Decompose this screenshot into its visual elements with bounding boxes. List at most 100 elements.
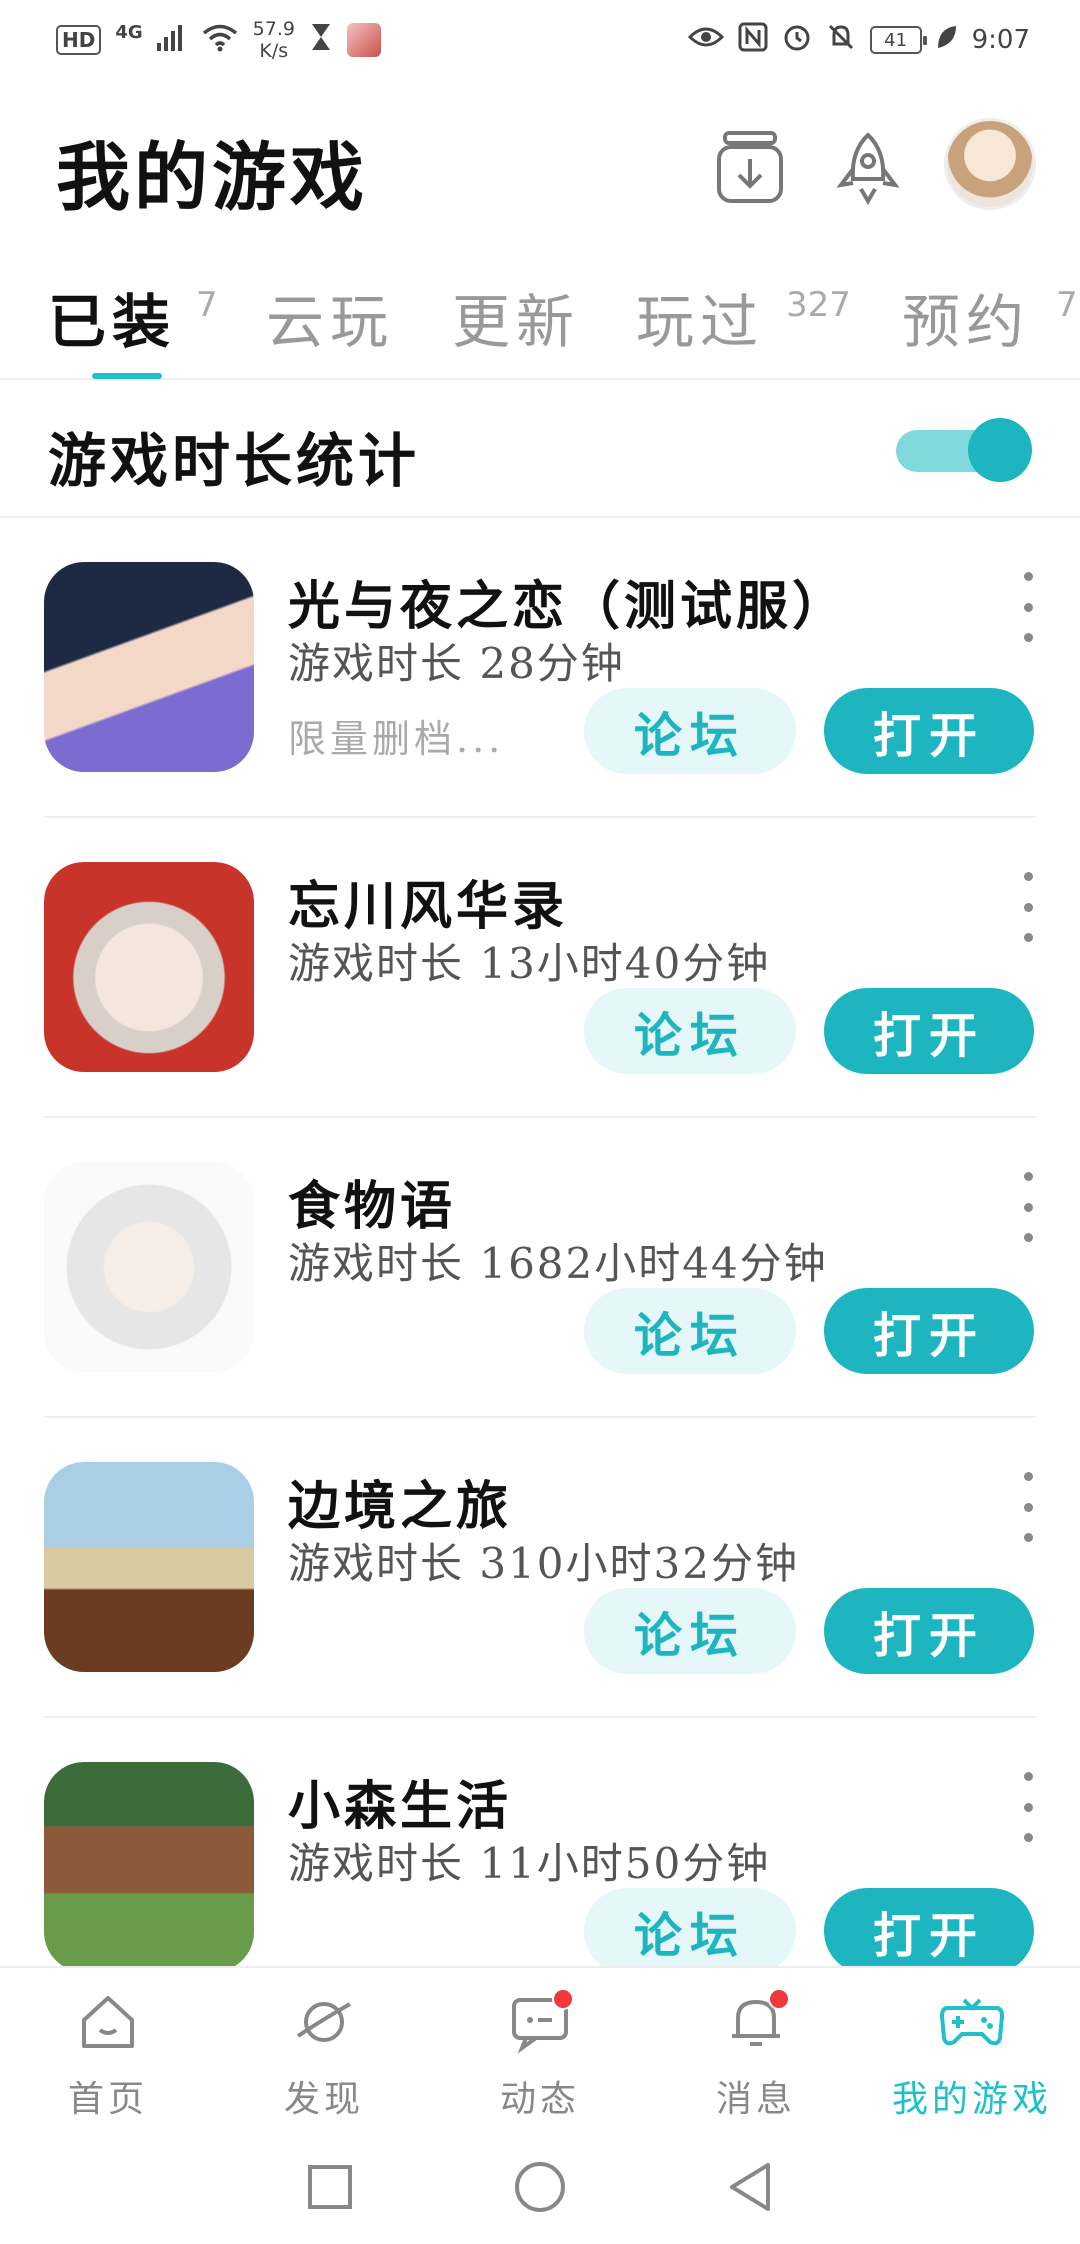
page-title: 我的游戏 xyxy=(56,135,368,221)
tab-cloud-play[interactable]: 云玩 xyxy=(266,275,394,359)
leaf-icon xyxy=(936,24,958,57)
hd-indicator: HD xyxy=(56,25,102,55)
tab-installed-count: 7 xyxy=(196,285,218,325)
nav-label: 首页 xyxy=(67,2079,148,2120)
tab-installed[interactable]: 已装 xyxy=(48,275,176,359)
playtime-stats-row: 游戏时长统计 xyxy=(0,380,1080,518)
user-avatar[interactable] xyxy=(944,118,1036,210)
triangle-back-icon xyxy=(730,2163,770,2211)
game-note: 限量删档... xyxy=(288,717,505,761)
tab-played[interactable]: 玩过 xyxy=(636,275,764,359)
more-options-icon[interactable] xyxy=(1016,572,1040,642)
nav-label: 动态 xyxy=(499,2079,580,2120)
nav-item-feed[interactable]: 动态 xyxy=(432,1986,648,2126)
alarm-icon xyxy=(782,22,812,59)
network-indicator: 4G xyxy=(115,21,143,43)
status-bar: HD 4G 57.9 K/s 41 9:07 xyxy=(0,0,1080,80)
toggle-knob xyxy=(968,418,1032,482)
home-icon xyxy=(72,1986,144,2058)
game-name: 边境之旅 xyxy=(288,1476,513,1537)
planet-icon xyxy=(288,1986,360,2058)
open-button[interactable]: 打开 xyxy=(824,1588,1034,1674)
status-left: HD 4G 57.9 K/s xyxy=(56,18,381,62)
game-item[interactable]: 光与夜之恋（测试服） 游戏时长 28分钟 限量删档... 论坛 打开 xyxy=(0,518,1080,818)
eye-icon xyxy=(687,25,724,56)
header: 我的游戏 xyxy=(0,100,1080,250)
battery-indicator: 41 xyxy=(869,26,927,54)
back-button[interactable] xyxy=(720,2157,780,2217)
open-button[interactable]: 打开 xyxy=(824,1888,1034,1966)
messages-badge xyxy=(768,1988,790,2010)
playtime-stats-toggle[interactable] xyxy=(896,418,1032,482)
nav-label: 我的游戏 xyxy=(891,2079,1052,2120)
bottom-nav: 首页 发现 动态 消息 我的游戏 xyxy=(0,1966,1080,2130)
nav-label: 消息 xyxy=(715,2079,796,2120)
nav-item-messages[interactable]: 消息 xyxy=(648,1986,864,2126)
open-button[interactable]: 打开 xyxy=(824,1288,1034,1374)
app-notification-icon xyxy=(346,23,381,57)
game-icon-food-fantasy[interactable] xyxy=(44,1162,254,1372)
download-manager-button[interactable] xyxy=(708,126,792,210)
chat-icon xyxy=(504,1986,576,2058)
wifi-icon xyxy=(201,22,239,59)
status-right: 41 9:07 xyxy=(687,22,1030,59)
game-playtime: 游戏时长 11小时50分钟 xyxy=(288,1839,771,1888)
open-button[interactable]: 打开 xyxy=(824,988,1034,1074)
speed-value: 57.9 xyxy=(252,18,295,40)
rocket-icon xyxy=(836,132,900,205)
open-button[interactable]: 打开 xyxy=(824,688,1034,774)
nav-item-discover[interactable]: 发现 xyxy=(216,1986,432,2126)
home-system-button[interactable] xyxy=(510,2157,570,2217)
game-item[interactable]: 边境之旅 游戏时长 310小时32分钟 论坛 打开 xyxy=(0,1418,1080,1718)
clock-time: 9:07 xyxy=(971,25,1030,55)
forum-button[interactable]: 论坛 xyxy=(584,1288,796,1374)
more-options-icon[interactable] xyxy=(1016,1172,1040,1242)
game-playtime: 游戏时长 28分钟 xyxy=(288,639,625,688)
playtime-stats-label: 游戏时长统计 xyxy=(48,427,421,495)
tab-reserved-count: 7 xyxy=(1056,285,1078,325)
game-playtime: 游戏时长 1682小时44分钟 xyxy=(288,1239,828,1288)
forum-button[interactable]: 论坛 xyxy=(584,1588,796,1674)
tab-updates[interactable]: 更新 xyxy=(452,275,580,359)
nav-item-my-games[interactable]: 我的游戏 xyxy=(864,1986,1080,2126)
signal-icon xyxy=(156,23,187,58)
more-options-icon[interactable] xyxy=(1016,872,1040,942)
nav-label: 发现 xyxy=(283,2079,364,2120)
game-icon-ourplanet[interactable] xyxy=(44,1762,254,1966)
game-item[interactable]: 忘川风华录 游戏时长 13小时40分钟 论坛 打开 xyxy=(0,818,1080,1118)
game-playtime: 游戏时长 310小时32分钟 xyxy=(288,1539,799,1588)
speed-unit: K/s xyxy=(259,40,289,62)
game-icon-light-and-night[interactable] xyxy=(44,562,254,772)
game-name: 光与夜之恋（测试服） xyxy=(288,576,849,637)
speedup-button[interactable] xyxy=(826,126,910,210)
nfc-icon xyxy=(738,22,768,59)
forum-button[interactable]: 论坛 xyxy=(584,988,796,1074)
system-nav-bar xyxy=(0,2130,1080,2244)
bell-icon xyxy=(720,1986,792,2058)
forum-button[interactable]: 论坛 xyxy=(584,1888,796,1966)
network-speed: 57.9 K/s xyxy=(253,18,295,62)
nav-item-home[interactable]: 首页 xyxy=(0,1986,216,2126)
tab-active-indicator xyxy=(92,373,162,379)
game-item[interactable]: 食物语 游戏时长 1682小时44分钟 论坛 打开 xyxy=(0,1118,1080,1418)
gamepad-icon xyxy=(936,1986,1008,2058)
hourglass-icon xyxy=(309,22,333,59)
mute-icon xyxy=(826,22,856,59)
game-playtime: 游戏时长 13小时40分钟 xyxy=(288,939,771,988)
square-icon xyxy=(308,2165,352,2209)
game-list: 光与夜之恋（测试服） 游戏时长 28分钟 限量删档... 论坛 打开 忘川风华录… xyxy=(0,518,1080,1966)
recent-apps-button[interactable] xyxy=(300,2157,360,2217)
more-options-icon[interactable] xyxy=(1016,1772,1040,1842)
game-name: 小森生活 xyxy=(288,1776,513,1837)
game-icon-frontier[interactable] xyxy=(44,1462,254,1672)
download-icon xyxy=(717,131,783,203)
tab-reserved[interactable]: 预约 xyxy=(902,275,1030,359)
game-icon-wangchuan[interactable] xyxy=(44,862,254,1072)
forum-button[interactable]: 论坛 xyxy=(584,688,796,774)
tab-played-count: 327 xyxy=(786,285,851,325)
tab-bar: 已装 7 云玩 更新 玩过 327 预约 7 xyxy=(0,255,1080,380)
feed-badge xyxy=(552,1988,574,2010)
more-options-icon[interactable] xyxy=(1016,1472,1040,1542)
game-item[interactable]: 小森生活 游戏时长 11小时50分钟 论坛 打开 xyxy=(0,1718,1080,1966)
game-name: 忘川风华录 xyxy=(288,876,569,937)
